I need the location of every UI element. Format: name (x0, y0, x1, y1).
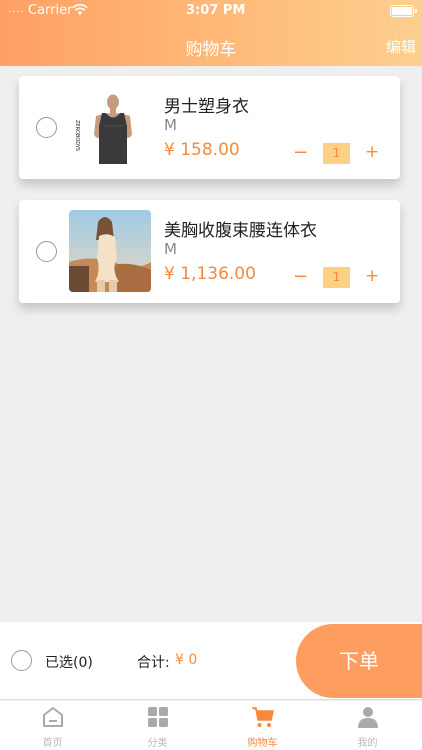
tab-cart[interactable]: 购物车 (210, 701, 315, 750)
product-price: ¥ 158.00 (164, 140, 240, 160)
quantity-value[interactable]: 1 (323, 267, 350, 288)
item-select-radio[interactable] (36, 117, 57, 138)
item-select-radio[interactable] (36, 241, 57, 262)
select-all-radio[interactable] (11, 650, 32, 671)
cart-item: ZEROBODYS 男士塑身衣 M ¥ 158.00 − 1 + (19, 76, 400, 179)
place-order-button[interactable]: 下单 (296, 624, 422, 698)
tab-label: 分类 (147, 738, 168, 749)
page-title: 购物车 (185, 40, 237, 60)
category-grid-icon (148, 707, 168, 727)
product-size: M (164, 116, 177, 134)
quantity-value[interactable]: 1 (323, 143, 350, 164)
quantity-increase-button[interactable]: + (365, 266, 379, 286)
status-bar: .... Carrier 3:07 PM (0, 0, 422, 22)
header: .... Carrier 3:07 PM 购物车 编辑 (0, 0, 422, 66)
total-label: 合计: (137, 655, 170, 671)
carrier-label: Carrier (28, 3, 73, 18)
checkout-bar: 已选(0) 合计: ¥ 0 下单 (0, 622, 422, 700)
tab-bar: 首页 分类 购物车 我的 (0, 701, 422, 750)
edit-button[interactable]: 编辑 (386, 36, 416, 57)
status-time: 3:07 PM (186, 3, 246, 18)
total-amount: ¥ 0 (175, 652, 198, 668)
signal-dots: .... (8, 4, 25, 15)
product-size: M (164, 240, 177, 258)
selected-count: 已选(0) (45, 655, 93, 671)
tab-profile[interactable]: 我的 (315, 701, 420, 750)
tab-home[interactable]: 首页 (0, 701, 105, 750)
product-brand-text: ZEROBODYS (74, 120, 80, 151)
tab-label: 我的 (357, 738, 378, 749)
user-icon (358, 707, 378, 728)
home-icon (43, 707, 63, 727)
tab-category[interactable]: 分类 (105, 701, 210, 750)
tab-label: 首页 (42, 738, 63, 749)
quantity-decrease-button[interactable]: − (293, 266, 308, 287)
quantity-increase-button[interactable]: + (365, 142, 379, 162)
product-image (69, 210, 151, 292)
battery-icon (390, 5, 417, 17)
wifi-icon (72, 4, 88, 15)
product-name: 男士塑身衣 (164, 97, 249, 117)
product-price: ¥ 1,136.00 (164, 264, 256, 284)
tab-label: 购物车 (247, 738, 278, 749)
cart-icon (252, 707, 274, 727)
cart-item: 美胸收腹束腰连体衣 M ¥ 1,136.00 − 1 + (19, 200, 400, 303)
product-image: ZEROBODYS (69, 86, 151, 168)
product-name: 美胸收腹束腰连体衣 (164, 221, 317, 241)
quantity-decrease-button[interactable]: − (293, 142, 308, 163)
